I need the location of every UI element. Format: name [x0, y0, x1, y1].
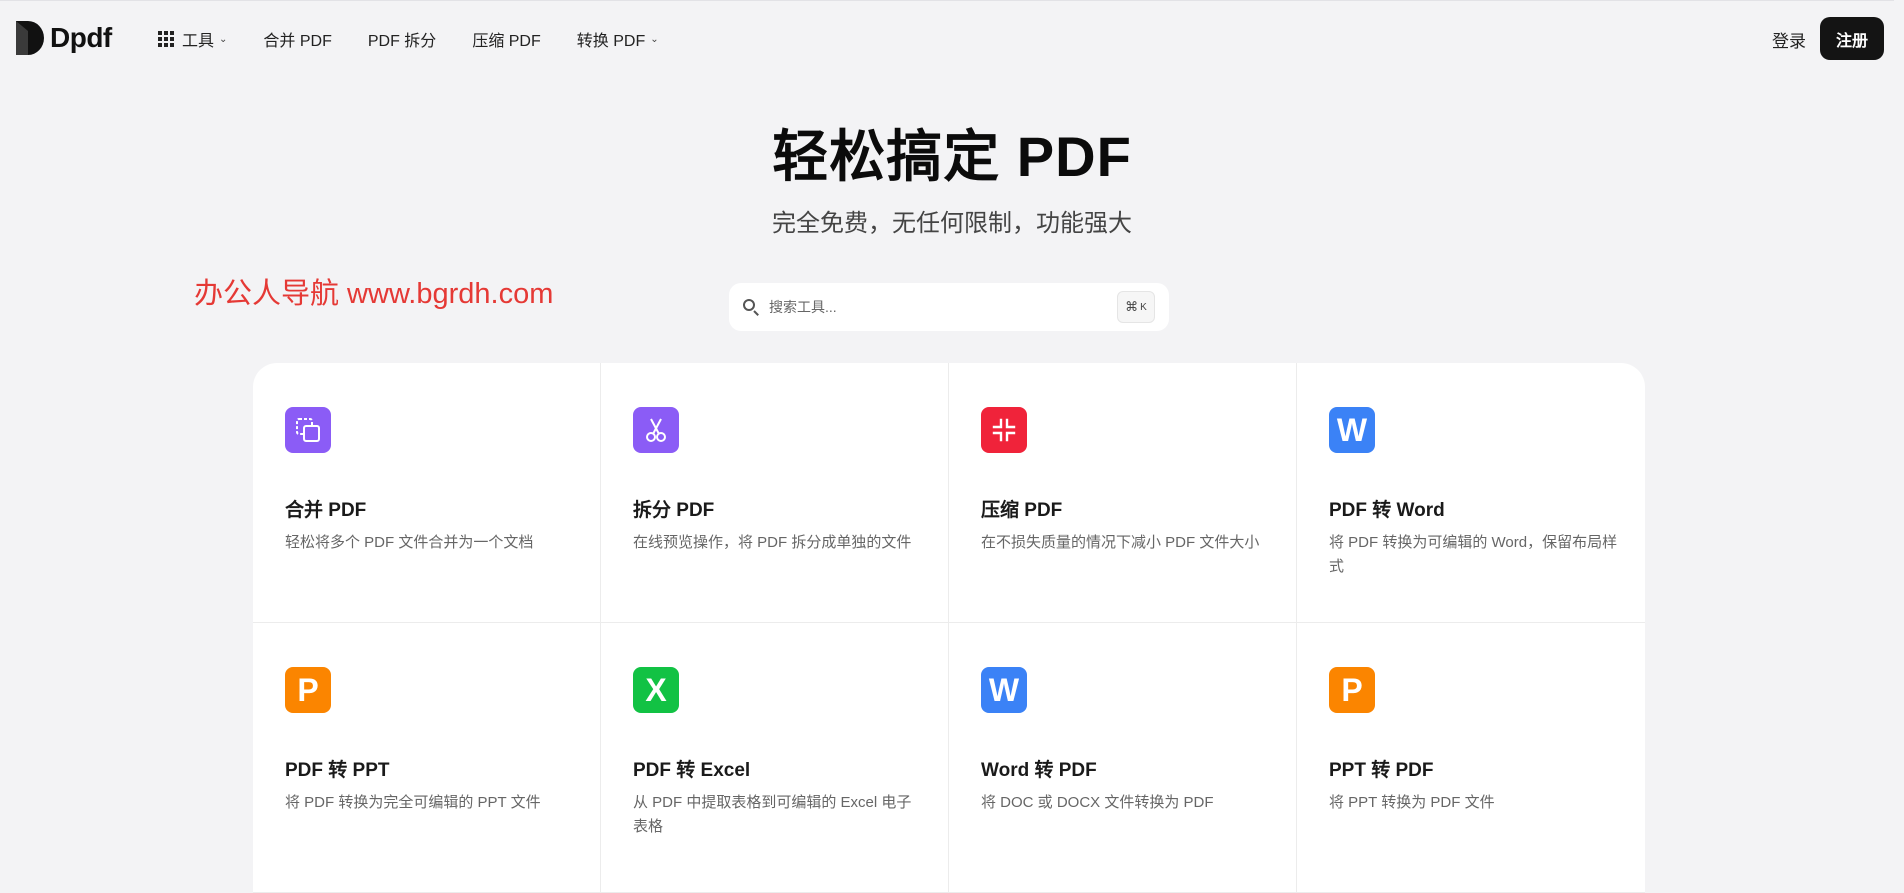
search-box[interactable]: ⌘K: [729, 283, 1169, 331]
tool-card-description: 轻松将多个 PDF 文件合并为一个文档: [285, 534, 534, 551]
ppt-icon: P: [285, 667, 331, 713]
tool-card-title: 压缩 PDF: [981, 500, 1063, 521]
signup-button[interactable]: 注册: [1820, 17, 1884, 60]
chevron-down-icon: ⌄: [650, 33, 659, 45]
nav-item-label: PDF 拆分: [367, 33, 437, 50]
nav-item-label: 工具: [182, 33, 215, 50]
merge-icon: [285, 407, 331, 453]
brand-logo[interactable]: Dpdf: [14, 19, 112, 57]
tool-card-title: PDF 转 Excel: [633, 760, 751, 781]
brand-name: Dpdf: [50, 22, 112, 53]
tool-card-description: 从 PDF 中提取表格到可编辑的 Excel 电子表格: [633, 794, 912, 835]
tool-card-word-to-pdf[interactable]: W Word 转 PDF 将 DOC 或 DOCX 文件转换为 PDF: [949, 623, 1297, 893]
tool-card-description: 将 PPT 转换为 PDF 文件: [1329, 794, 1495, 811]
shortcut-key: K: [1140, 301, 1147, 313]
page-subtitle: 完全免费，无任何限制，功能强大: [772, 210, 1132, 237]
chevron-down-icon: ⌄: [219, 33, 228, 45]
tool-card-merge-pdf[interactable]: 合并 PDF 轻松将多个 PDF 文件合并为一个文档: [253, 363, 601, 623]
nav-item-merge-pdf[interactable]: 合并 PDF: [263, 27, 331, 51]
tool-card-title: 合并 PDF: [285, 500, 367, 521]
page-title: 轻松搞定 PDF: [772, 125, 1132, 188]
tool-card-compress-pdf[interactable]: 压缩 PDF 在不损失质量的情况下减小 PDF 文件大小: [949, 363, 1297, 623]
nav-item-label: 合并 PDF: [263, 33, 332, 50]
nav-item-compress-pdf[interactable]: 压缩 PDF: [472, 27, 540, 51]
nav-item-tools[interactable]: 工具 ⌄: [158, 27, 227, 51]
nav-item-split-pdf[interactable]: PDF 拆分: [368, 27, 436, 51]
tool-card-description: 将 DOC 或 DOCX 文件转换为 PDF: [981, 794, 1214, 811]
top-navigation-bar: Dpdf 工具 ⌄ 合并 PDF PDF 拆分 压缩 PDF 转换 PDF ⌄ …: [0, 0, 1904, 74]
tool-card-description: 将 PDF 转换为可编辑的 Word，保留布局样式: [1329, 534, 1618, 575]
grid-icon: [158, 31, 174, 47]
tool-card-title: 拆分 PDF: [633, 500, 715, 521]
tool-card-description: 在不损失质量的情况下减小 PDF 文件大小: [981, 534, 1260, 551]
search-icon: [743, 299, 759, 316]
tool-card-description: 将 PDF 转换为完全可编辑的 PPT 文件: [285, 794, 541, 811]
tool-card-ppt-to-pdf[interactable]: P PPT 转 PDF 将 PPT 转换为 PDF 文件: [1297, 623, 1645, 893]
word-icon: W: [981, 667, 1027, 713]
ppt-icon: P: [1329, 667, 1375, 713]
nav-item-label: 转换 PDF: [576, 33, 646, 50]
main-nav: 工具 ⌄ 合并 PDF PDF 拆分 压缩 PDF 转换 PDF ⌄: [158, 27, 695, 51]
tool-card-title: PPT 转 PDF: [1329, 760, 1434, 781]
tool-card-pdf-to-ppt[interactable]: P PDF 转 PPT 将 PDF 转换为完全可编辑的 PPT 文件: [253, 623, 601, 893]
tool-card-pdf-to-excel[interactable]: X PDF 转 Excel 从 PDF 中提取表格到可编辑的 Excel 电子表…: [601, 623, 949, 893]
nav-item-convert-pdf[interactable]: 转换 PDF ⌄: [577, 27, 659, 51]
scissors-icon: [633, 407, 679, 453]
dpdf-logo-icon: [14, 19, 46, 57]
login-link[interactable]: 登录: [1772, 27, 1806, 52]
nav-item-label: 压缩 PDF: [472, 33, 541, 50]
tool-card-pdf-to-word[interactable]: W PDF 转 Word 将 PDF 转换为可编辑的 Word，保留布局样式: [1297, 363, 1645, 623]
keyboard-shortcut-badge: ⌘ K: [1117, 291, 1155, 323]
tool-card-split-pdf[interactable]: 拆分 PDF 在线预览操作，将 PDF 拆分成单独的文件: [601, 363, 949, 623]
tool-card-title: PDF 转 Word: [1329, 500, 1445, 521]
tool-card-title: Word 转 PDF: [981, 760, 1097, 781]
tools-grid: 合并 PDF 轻松将多个 PDF 文件合并为一个文档 拆分 PDF 在线预览操作…: [253, 363, 1645, 893]
tool-card-title: PDF 转 PPT: [285, 760, 390, 781]
vertical-scrollbar[interactable]: [1894, 0, 1904, 879]
excel-icon: X: [633, 667, 679, 713]
tool-card-description: 在线预览操作，将 PDF 拆分成单独的文件: [633, 534, 912, 551]
search-input[interactable]: [769, 299, 1117, 315]
word-icon: W: [1329, 407, 1375, 453]
compress-icon: [981, 407, 1027, 453]
command-key-icon: ⌘: [1125, 299, 1139, 314]
watermark-text: 办公人导航 www.bgrdh.com: [194, 278, 554, 310]
